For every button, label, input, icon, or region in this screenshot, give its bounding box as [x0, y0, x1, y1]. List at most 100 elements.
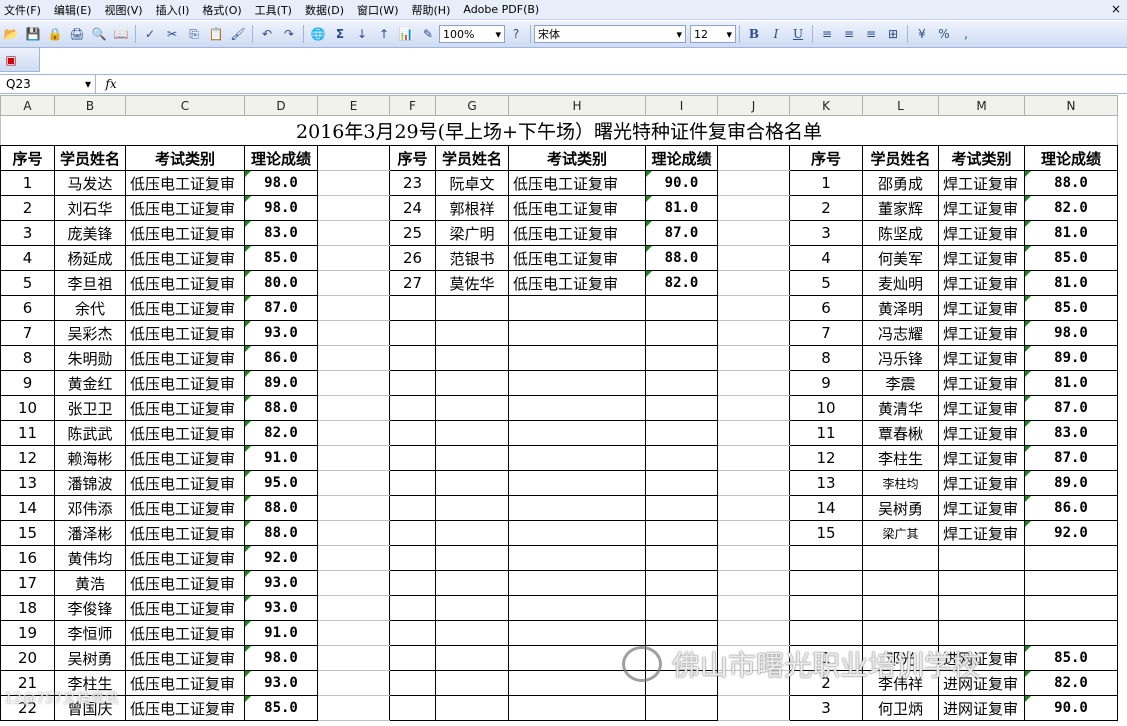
student-name-cell[interactable]: 李柱生 [862, 445, 939, 471]
empty-cell[interactable] [435, 395, 509, 421]
exam-type-cell[interactable]: 焊工证复审 [938, 320, 1025, 346]
empty-cell[interactable] [317, 220, 390, 246]
header-type[interactable]: 考试类别 [938, 145, 1025, 171]
empty-cell[interactable] [645, 495, 718, 521]
menu-item[interactable]: Adobe PDF(B) [459, 3, 548, 16]
empty-cell[interactable] [717, 620, 790, 646]
empty-cell[interactable] [435, 695, 509, 721]
seq-cell[interactable]: 12 [0, 445, 55, 471]
empty-cell[interactable] [435, 670, 509, 696]
student-name-cell[interactable]: 黄伟均 [54, 545, 126, 571]
exam-type-cell[interactable]: 焊工证复审 [938, 245, 1025, 271]
seq-cell[interactable]: 27 [389, 270, 436, 296]
score-cell[interactable]: 85.0 [244, 245, 318, 271]
header-name[interactable]: 学员姓名 [435, 145, 509, 171]
empty-cell[interactable] [317, 295, 390, 321]
seq-cell[interactable]: 23 [389, 170, 436, 196]
exam-type-cell[interactable]: 低压电工证复审 [125, 445, 245, 471]
exam-type-cell[interactable]: 低压电工证复审 [508, 220, 646, 246]
empty-cell[interactable] [508, 520, 646, 546]
column-header[interactable]: G [435, 95, 509, 116]
empty-cell[interactable] [645, 520, 718, 546]
formula-input[interactable] [126, 75, 1127, 93]
empty-cell[interactable] [389, 320, 436, 346]
seq-cell[interactable]: 16 [0, 545, 55, 571]
underline-button[interactable]: U [790, 26, 806, 42]
score-cell[interactable]: 85.0 [244, 695, 318, 721]
score-cell[interactable]: 95.0 [244, 470, 318, 496]
autosum-icon[interactable]: Σ [332, 26, 348, 42]
paste-icon[interactable]: 📋 [208, 26, 224, 42]
score-cell[interactable]: 90.0 [645, 170, 718, 196]
empty-cell[interactable] [508, 345, 646, 371]
menu-item[interactable]: 视图(V) [100, 2, 151, 18]
empty-cell[interactable] [645, 395, 718, 421]
research-icon[interactable]: 📖 [113, 26, 129, 42]
score-cell[interactable]: 98.0 [244, 645, 318, 671]
empty-cell[interactable] [717, 370, 790, 396]
empty-cell[interactable] [389, 645, 436, 671]
chart-wizard-icon[interactable]: 📊 [398, 26, 414, 42]
empty-cell[interactable] [389, 545, 436, 571]
empty-cell[interactable] [389, 395, 436, 421]
print-preview-icon[interactable]: 🔍 [91, 26, 107, 42]
menu-item[interactable]: 工具(T) [251, 2, 301, 18]
empty-cell[interactable] [789, 620, 863, 646]
sort-descending-icon[interactable]: ↑ [376, 26, 392, 42]
empty-cell[interactable] [317, 395, 390, 421]
empty-cell[interactable] [435, 320, 509, 346]
close-icon[interactable]: × [1111, 2, 1121, 16]
student-name-cell[interactable]: 余代 [54, 295, 126, 321]
score-cell[interactable]: 82.0 [645, 270, 718, 296]
empty-cell[interactable] [717, 170, 790, 196]
empty-cell[interactable] [645, 345, 718, 371]
empty-cell[interactable] [317, 495, 390, 521]
empty-cell[interactable] [317, 695, 390, 721]
seq-cell[interactable]: 24 [389, 195, 436, 221]
student-name-cell[interactable]: 庞美锋 [54, 220, 126, 246]
seq-cell[interactable]: 5 [789, 270, 863, 296]
score-cell[interactable]: 82.0 [1024, 195, 1118, 221]
undo-icon[interactable]: ↶ [259, 26, 275, 42]
seq-cell[interactable]: 3 [789, 695, 863, 721]
seq-cell[interactable]: 4 [789, 245, 863, 271]
exam-type-cell[interactable]: 焊工证复审 [938, 295, 1025, 321]
score-cell[interactable]: 91.0 [244, 620, 318, 646]
student-name-cell[interactable]: 冯志耀 [862, 320, 939, 346]
score-cell[interactable]: 93.0 [244, 320, 318, 346]
exam-type-cell[interactable]: 低压电工证复审 [125, 295, 245, 321]
empty-cell[interactable] [508, 320, 646, 346]
student-name-cell[interactable]: 杨延成 [54, 245, 126, 271]
exam-type-cell[interactable]: 低压电工证复审 [125, 670, 245, 696]
empty-cell[interactable] [389, 470, 436, 496]
seq-cell[interactable]: 18 [0, 595, 55, 621]
seq-cell[interactable]: 2 [0, 195, 55, 221]
sort-ascending-icon[interactable]: ↓ [354, 26, 370, 42]
empty-cell[interactable] [645, 470, 718, 496]
italic-button[interactable]: I [768, 26, 784, 42]
score-cell[interactable]: 86.0 [244, 345, 318, 371]
exam-type-cell[interactable]: 低压电工证复审 [125, 395, 245, 421]
seq-cell[interactable]: 19 [0, 620, 55, 646]
empty-cell[interactable] [862, 570, 939, 596]
column-header[interactable]: F [389, 95, 436, 116]
empty-cell[interactable] [717, 420, 790, 446]
student-name-cell[interactable]: 阮卓文 [435, 170, 509, 196]
empty-cell[interactable] [1024, 620, 1118, 646]
seq-cell[interactable]: 20 [0, 645, 55, 671]
seq-cell[interactable]: 11 [789, 420, 863, 446]
exam-type-cell[interactable]: 焊工证复审 [938, 345, 1025, 371]
empty-cell[interactable] [435, 570, 509, 596]
empty-cell[interactable] [317, 145, 390, 171]
exam-type-cell[interactable]: 焊工证复审 [938, 495, 1025, 521]
empty-cell[interactable] [435, 470, 509, 496]
seq-cell[interactable]: 1 [0, 170, 55, 196]
empty-cell[interactable] [317, 445, 390, 471]
empty-cell[interactable] [389, 520, 436, 546]
student-name-cell[interactable]: 冯乐锋 [862, 345, 939, 371]
empty-cell[interactable] [389, 595, 436, 621]
student-name-cell[interactable]: 邵勇成 [862, 170, 939, 196]
column-header[interactable]: J [717, 95, 790, 116]
empty-cell[interactable] [389, 370, 436, 396]
empty-cell[interactable] [717, 295, 790, 321]
